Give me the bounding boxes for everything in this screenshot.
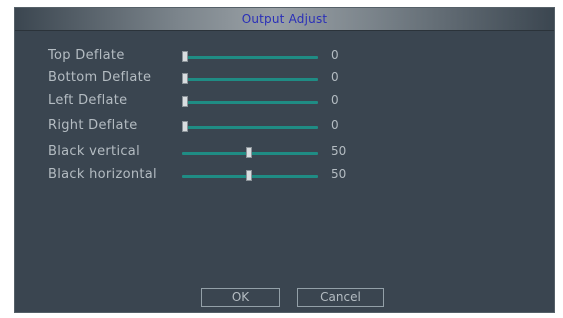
title-bar: Output Adjust — [15, 8, 554, 31]
left-deflate-label: Left Deflate — [48, 93, 128, 108]
slider-track — [182, 56, 318, 59]
bottom-deflate-slider[interactable] — [182, 73, 318, 84]
right-deflate-slider[interactable] — [182, 121, 318, 132]
right-deflate-value: 0 — [331, 118, 339, 132]
top-deflate-slider[interactable] — [182, 51, 318, 62]
black-vertical-slider[interactable] — [182, 147, 318, 158]
right-deflate-label: Right Deflate — [48, 118, 138, 133]
row-left-deflate: Left Deflate 0 — [15, 91, 554, 113]
left-deflate-slider[interactable] — [182, 96, 318, 107]
row-black-vertical: Black vertical 50 — [15, 142, 554, 164]
black-vertical-label: Black vertical — [48, 144, 140, 159]
slider-track — [182, 78, 318, 81]
slider-thumb[interactable] — [245, 170, 252, 181]
top-deflate-value: 0 — [331, 48, 339, 62]
row-right-deflate: Right Deflate 0 — [15, 116, 554, 138]
black-horizontal-slider[interactable] — [182, 170, 318, 181]
output-adjust-dialog: Output Adjust Top Deflate 0 Bottom Defla… — [14, 7, 555, 313]
bottom-deflate-label: Bottom Deflate — [48, 70, 152, 85]
row-bottom-deflate: Bottom Deflate 0 — [15, 68, 554, 90]
slider-track — [182, 101, 318, 104]
row-black-horizontal: Black horizontal 50 — [15, 165, 554, 187]
bottom-deflate-value: 0 — [331, 70, 339, 84]
cancel-button[interactable]: Cancel — [297, 288, 384, 307]
black-vertical-value: 50 — [331, 144, 347, 158]
black-horizontal-label: Black horizontal — [48, 167, 157, 182]
slider-thumb[interactable] — [182, 51, 188, 62]
slider-track — [182, 126, 318, 129]
row-top-deflate: Top Deflate 0 — [15, 46, 554, 68]
black-horizontal-value: 50 — [331, 167, 347, 181]
slider-thumb[interactable] — [182, 73, 188, 84]
dialog-title: Output Adjust — [241, 12, 328, 26]
left-deflate-value: 0 — [331, 93, 339, 107]
slider-thumb[interactable] — [182, 96, 188, 107]
ok-button[interactable]: OK — [201, 288, 280, 307]
top-deflate-label: Top Deflate — [48, 48, 125, 63]
slider-thumb[interactable] — [182, 121, 188, 132]
slider-thumb[interactable] — [245, 147, 252, 158]
